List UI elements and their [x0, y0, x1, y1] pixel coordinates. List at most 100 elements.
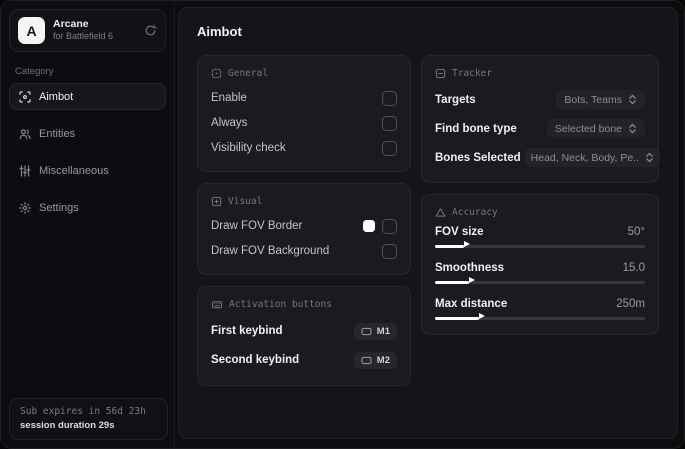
- first-keybind-button[interactable]: M1: [353, 322, 397, 340]
- right-column: Tracker Targets Bots, Teams Find bone ty…: [421, 55, 661, 335]
- setting-row: Visibility check: [211, 137, 397, 159]
- tracker-card-header: Tracker: [435, 68, 645, 79]
- slider-row: FOV size 50°: [435, 226, 645, 250]
- keybind-value: M1: [376, 325, 390, 337]
- setting-row: Draw FOV Border: [211, 215, 397, 237]
- setting-label: Always: [211, 117, 248, 129]
- frame-icon: [211, 196, 222, 207]
- sidebar-item-label: Entities: [39, 127, 76, 140]
- page-title: Aimbot: [197, 24, 242, 39]
- mouse-key-icon: [361, 327, 372, 336]
- sidebar-item-settings[interactable]: Settings: [9, 194, 166, 221]
- app-subtitle: for Battlefield 6: [53, 31, 114, 42]
- max-distance-slider[interactable]: [435, 313, 645, 322]
- brand-card: A Arcane for Battlefield 6: [9, 9, 166, 52]
- dropdown-value: Bots, Teams: [564, 93, 622, 106]
- setting-label: Draw FOV Background: [211, 245, 330, 257]
- sidebar-item-label: Settings: [39, 201, 79, 214]
- setting-label: Find bone type: [435, 122, 517, 135]
- fov-border-color-swatch[interactable]: [363, 220, 375, 232]
- sidebar-item-label: Aimbot: [39, 90, 74, 103]
- setting-label: Enable: [211, 92, 247, 104]
- brand-text: Arcane for Battlefield 6: [53, 18, 136, 42]
- dropdown-value: Head, Neck, Body, Pe..: [530, 151, 640, 164]
- triangle-icon: [435, 207, 446, 218]
- setting-row: Second keybind M2: [211, 347, 397, 373]
- sidebar-item-label: Miscellaneous: [39, 164, 109, 177]
- slider-thumb[interactable]: [468, 277, 475, 283]
- gear-icon: [19, 201, 31, 214]
- tracker-card-title: Tracker: [452, 68, 493, 79]
- mouse-key-icon: [361, 356, 372, 365]
- keyboard-icon: [211, 299, 223, 310]
- accuracy-card-header: Accuracy: [435, 207, 645, 218]
- setting-label: Visibility check: [211, 142, 286, 154]
- setting-label: Smoothness: [435, 262, 505, 274]
- dropdown-value: Selected bone: [554, 122, 622, 135]
- chevrons-up-down-icon: [628, 123, 637, 134]
- setting-row: Always: [211, 112, 397, 134]
- sidebar-nav: Aimbot Entities Miscellaneous Settings: [1, 83, 174, 221]
- setting-label: FOV size: [435, 226, 484, 238]
- setting-label: Draw FOV Border: [211, 220, 303, 232]
- tracker-card: Tracker Targets Bots, Teams Find bone ty…: [421, 55, 661, 183]
- fov-size-slider[interactable]: [435, 241, 645, 250]
- category-label: Category: [15, 66, 54, 77]
- sidebar-item-entities[interactable]: Entities: [9, 120, 166, 147]
- sidebar-item-miscellaneous[interactable]: Miscellaneous: [9, 157, 166, 184]
- general-card: General Enable Always Visibility check: [197, 55, 411, 172]
- activation-card-title: Activation buttons: [229, 299, 332, 310]
- slider-fill: [435, 317, 480, 320]
- slider-value: 15.0: [622, 262, 645, 274]
- box-minus-icon: [435, 68, 446, 79]
- sidebar: A Arcane for Battlefield 6 Category Aimb…: [1, 1, 175, 448]
- general-card-title: General: [228, 68, 269, 79]
- visibility-check-checkbox[interactable]: [382, 140, 397, 156]
- setting-label: Max distance: [435, 298, 508, 310]
- slider-value: 250m: [616, 298, 645, 310]
- crosshair-icon: [19, 90, 31, 103]
- focus-square-icon: [211, 68, 222, 79]
- setting-row: Find bone type Selected bone: [435, 116, 645, 141]
- smoothness-slider[interactable]: [435, 277, 645, 286]
- setting-row: First keybind M1: [211, 318, 397, 344]
- sliders-icon: [19, 164, 31, 177]
- app-logo: A: [18, 17, 45, 44]
- draw-fov-border-checkbox[interactable]: [382, 218, 397, 234]
- draw-fov-background-checkbox[interactable]: [382, 243, 397, 259]
- chevrons-up-down-icon: [645, 152, 654, 163]
- setting-row: Enable: [211, 87, 397, 109]
- keybind-value: M2: [376, 354, 390, 366]
- sub-expires-text: Sub expires in 56d 23h: [20, 406, 146, 417]
- slider-thumb[interactable]: [479, 313, 486, 319]
- accuracy-card-title: Accuracy: [452, 207, 498, 218]
- enable-checkbox[interactable]: [382, 90, 397, 106]
- sidebar-item-aimbot[interactable]: Aimbot: [9, 83, 166, 110]
- general-card-header: General: [211, 68, 397, 79]
- bones-selected-dropdown[interactable]: Head, Neck, Body, Pe..: [524, 148, 661, 167]
- main-panel: Aimbot General Enable Always Visibility …: [178, 7, 678, 439]
- app-name: Arcane: [53, 18, 89, 31]
- setting-row: Draw FOV Background: [211, 240, 397, 262]
- setting-label: Bones Selected: [435, 151, 521, 164]
- always-checkbox[interactable]: [382, 115, 397, 131]
- setting-label: First keybind: [211, 325, 283, 337]
- slider-fill: [435, 281, 469, 284]
- slider-thumb[interactable]: [464, 241, 471, 247]
- activation-card-header: Activation buttons: [211, 299, 397, 310]
- activation-card: Activation buttons First keybind M1 Seco…: [197, 286, 411, 386]
- users-icon: [19, 128, 31, 140]
- setting-row: Bones Selected Head, Neck, Body, Pe..: [435, 145, 661, 170]
- subscription-card: Sub expires in 56d 23h session duration …: [9, 398, 168, 440]
- visual-card-title: Visual: [228, 196, 263, 207]
- slider-fill: [435, 245, 465, 248]
- visual-card: Visual Draw FOV Border Draw FOV Backgrou…: [197, 183, 411, 275]
- refresh-icon[interactable]: [144, 24, 157, 37]
- app-window: A Arcane for Battlefield 6 Category Aimb…: [0, 0, 685, 449]
- setting-row: Targets Bots, Teams: [435, 87, 645, 112]
- second-keybind-button[interactable]: M2: [353, 351, 397, 369]
- find-bone-type-dropdown[interactable]: Selected bone: [546, 119, 645, 138]
- targets-dropdown[interactable]: Bots, Teams: [556, 90, 645, 109]
- session-duration-text: session duration 29s: [20, 420, 115, 431]
- slider-value: 50°: [627, 226, 645, 238]
